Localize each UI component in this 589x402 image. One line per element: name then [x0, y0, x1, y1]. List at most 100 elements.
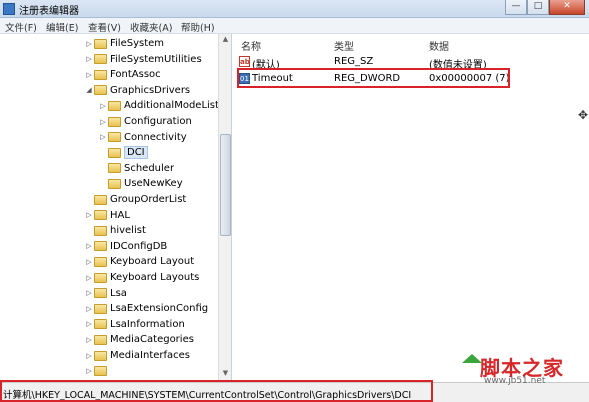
expand-arrow-icon[interactable]: ▷: [84, 305, 94, 313]
menu-file[interactable]: 文件(F): [5, 20, 37, 34]
tree-item-label: MediaCategories: [110, 334, 194, 346]
house-icon: [462, 354, 482, 363]
folder-icon: [94, 225, 107, 236]
expand-arrow-icon[interactable]: ▷: [98, 118, 108, 126]
tree-item-label: GroupOrderList: [110, 194, 187, 205]
expand-arrow-icon[interactable]: ▷: [84, 40, 94, 48]
tree-item[interactable]: ▷ Keyboard Layout: [84, 254, 194, 269]
tree-item[interactable]: ▷: [84, 364, 110, 379]
folder-icon: [94, 256, 107, 267]
timeout-highlight-box: [237, 68, 510, 88]
tree-item[interactable]: ▷ FileSystemUtilities: [84, 52, 202, 67]
folder-icon: [94, 69, 107, 80]
tree-item-label: AdditionalModeLists: [124, 100, 225, 112]
folder-icon: [94, 85, 107, 96]
watermark-logo: 脚本之家 www.jb51.net: [458, 352, 586, 386]
tree-item[interactable]: ▷ IDConfigDB: [84, 239, 167, 254]
string-value-icon: ab: [239, 56, 250, 67]
tree-item-label: Configuration: [124, 116, 192, 127]
tree-item[interactable]: ▷ Configuration: [98, 114, 192, 129]
tree-item[interactable]: ▷ Connectivity: [98, 130, 187, 145]
expand-arrow-icon[interactable]: ▷: [84, 336, 94, 344]
value-type: REG_SZ: [334, 56, 374, 67]
expand-arrow-icon[interactable]: ▷: [98, 133, 108, 141]
tree-item-label: FileSystemUtilities: [110, 53, 202, 65]
window-title: 注册表编辑器: [19, 6, 79, 17]
expand-arrow-icon[interactable]: ▷: [84, 55, 94, 63]
tree-scrollbar[interactable]: ▲ ▼: [218, 34, 231, 382]
tree-item[interactable]: Scheduler: [98, 161, 174, 176]
folder-icon: [108, 163, 121, 174]
tree-item-label: FontAssoc: [110, 69, 161, 81]
tree-item-label: MediaInterfaces: [110, 350, 191, 361]
folder-icon: [94, 334, 107, 345]
watermark-url: www.jb51.net: [484, 376, 546, 386]
menu-view[interactable]: 查看(V): [88, 20, 121, 34]
tree-item-label: Keyboard Layout: [110, 256, 195, 268]
maximize-button[interactable]: □: [527, 0, 549, 15]
tree-item-label: hivelist: [110, 225, 146, 237]
tree-item-label: Connectivity: [124, 131, 187, 143]
folder-icon: [108, 132, 121, 143]
value-row-default[interactable]: ab (默认) REG_SZ (数值未设置): [239, 54, 579, 71]
regedit-icon: [3, 3, 15, 15]
tree-item[interactable]: ◢ GraphicsDrivers: [84, 83, 190, 98]
tree-item[interactable]: ▷ LsaExtensionConfig: [84, 301, 208, 316]
move-cursor-icon: ✥: [578, 108, 589, 122]
tree-item[interactable]: ▷ Lsa: [84, 286, 127, 301]
scroll-up-icon[interactable]: ▲: [220, 35, 231, 47]
expand-arrow-icon[interactable]: ▷: [84, 71, 94, 79]
expand-arrow-icon[interactable]: ▷: [84, 242, 94, 250]
tree-item-label: FileSystem: [110, 38, 165, 49]
tree-item[interactable]: ▷ HAL: [84, 208, 130, 223]
expand-arrow-icon[interactable]: ▷: [84, 258, 94, 266]
expand-arrow-icon[interactable]: ▷: [84, 367, 94, 375]
tree-item[interactable]: GroupOrderList: [84, 192, 186, 207]
tree-item-label: UseNewKey: [124, 178, 183, 190]
expand-arrow-icon[interactable]: ▷: [84, 352, 94, 360]
registry-tree: ▷ FileSystem ▷ FileSystemUtilities ▷ FontAsso…: [0, 34, 232, 382]
folder-icon: [108, 147, 121, 158]
expand-arrow-icon[interactable]: ▷: [84, 211, 94, 219]
minimize-button[interactable]: —: [505, 0, 527, 15]
folder-icon: [94, 194, 107, 205]
menu-help[interactable]: 帮助(H): [181, 20, 215, 34]
folder-icon: [94, 210, 107, 221]
folder-icon: [94, 303, 107, 314]
tree-item-label: Scheduler: [124, 162, 175, 174]
tree-item[interactable]: hivelist: [84, 223, 146, 238]
tree-item[interactable]: ▷ MediaInterfaces: [84, 348, 190, 363]
expand-arrow-icon[interactable]: ▷: [84, 274, 94, 282]
tree-item-label: IDConfigDB: [110, 240, 168, 252]
menu-edit[interactable]: 编辑(E): [46, 20, 78, 34]
close-button[interactable]: ✕: [549, 0, 585, 15]
tree-item-label: Keyboard Layouts: [110, 272, 200, 283]
tree-item-label: Lsa: [110, 287, 127, 299]
tree-item[interactable]: ▷ Keyboard Layouts: [84, 270, 199, 285]
tree-item[interactable]: DCI: [98, 145, 148, 160]
tree-item[interactable]: UseNewKey: [98, 176, 183, 191]
expand-arrow-icon[interactable]: ▷: [98, 102, 108, 110]
tree-item[interactable]: ▷ LsaInformation: [84, 317, 185, 332]
expand-arrow-icon[interactable]: ◢: [84, 86, 94, 94]
folder-icon: [94, 350, 107, 361]
expand-arrow-icon[interactable]: ▷: [84, 320, 94, 328]
folder-icon: [108, 100, 121, 111]
tree-item[interactable]: ▷ AdditionalModeLists: [98, 98, 224, 113]
tree-item[interactable]: ▷ FontAssoc: [84, 67, 161, 82]
tree-item-label: LsaInformation: [110, 318, 185, 330]
folder-icon: [94, 366, 107, 377]
column-name-header[interactable]: 名称: [241, 38, 261, 53]
tree-item[interactable]: ▷ FileSystem: [84, 36, 164, 51]
column-data-header[interactable]: 数据: [429, 38, 449, 53]
folder-icon: [94, 241, 107, 252]
tree-item-label: DCI: [124, 146, 148, 160]
tree-item[interactable]: ▷ MediaCategories: [84, 332, 194, 347]
scroll-thumb[interactable]: [220, 134, 231, 236]
column-type-header[interactable]: 类型: [334, 38, 354, 53]
menu-favorites[interactable]: 收藏夹(A): [130, 20, 172, 34]
folder-icon: [94, 54, 107, 65]
expand-arrow-icon[interactable]: ▷: [84, 289, 94, 297]
menu-bar: 文件(F) 编辑(E) 查看(V) 收藏夹(A) 帮助(H): [0, 18, 589, 34]
folder-icon: [108, 178, 121, 189]
